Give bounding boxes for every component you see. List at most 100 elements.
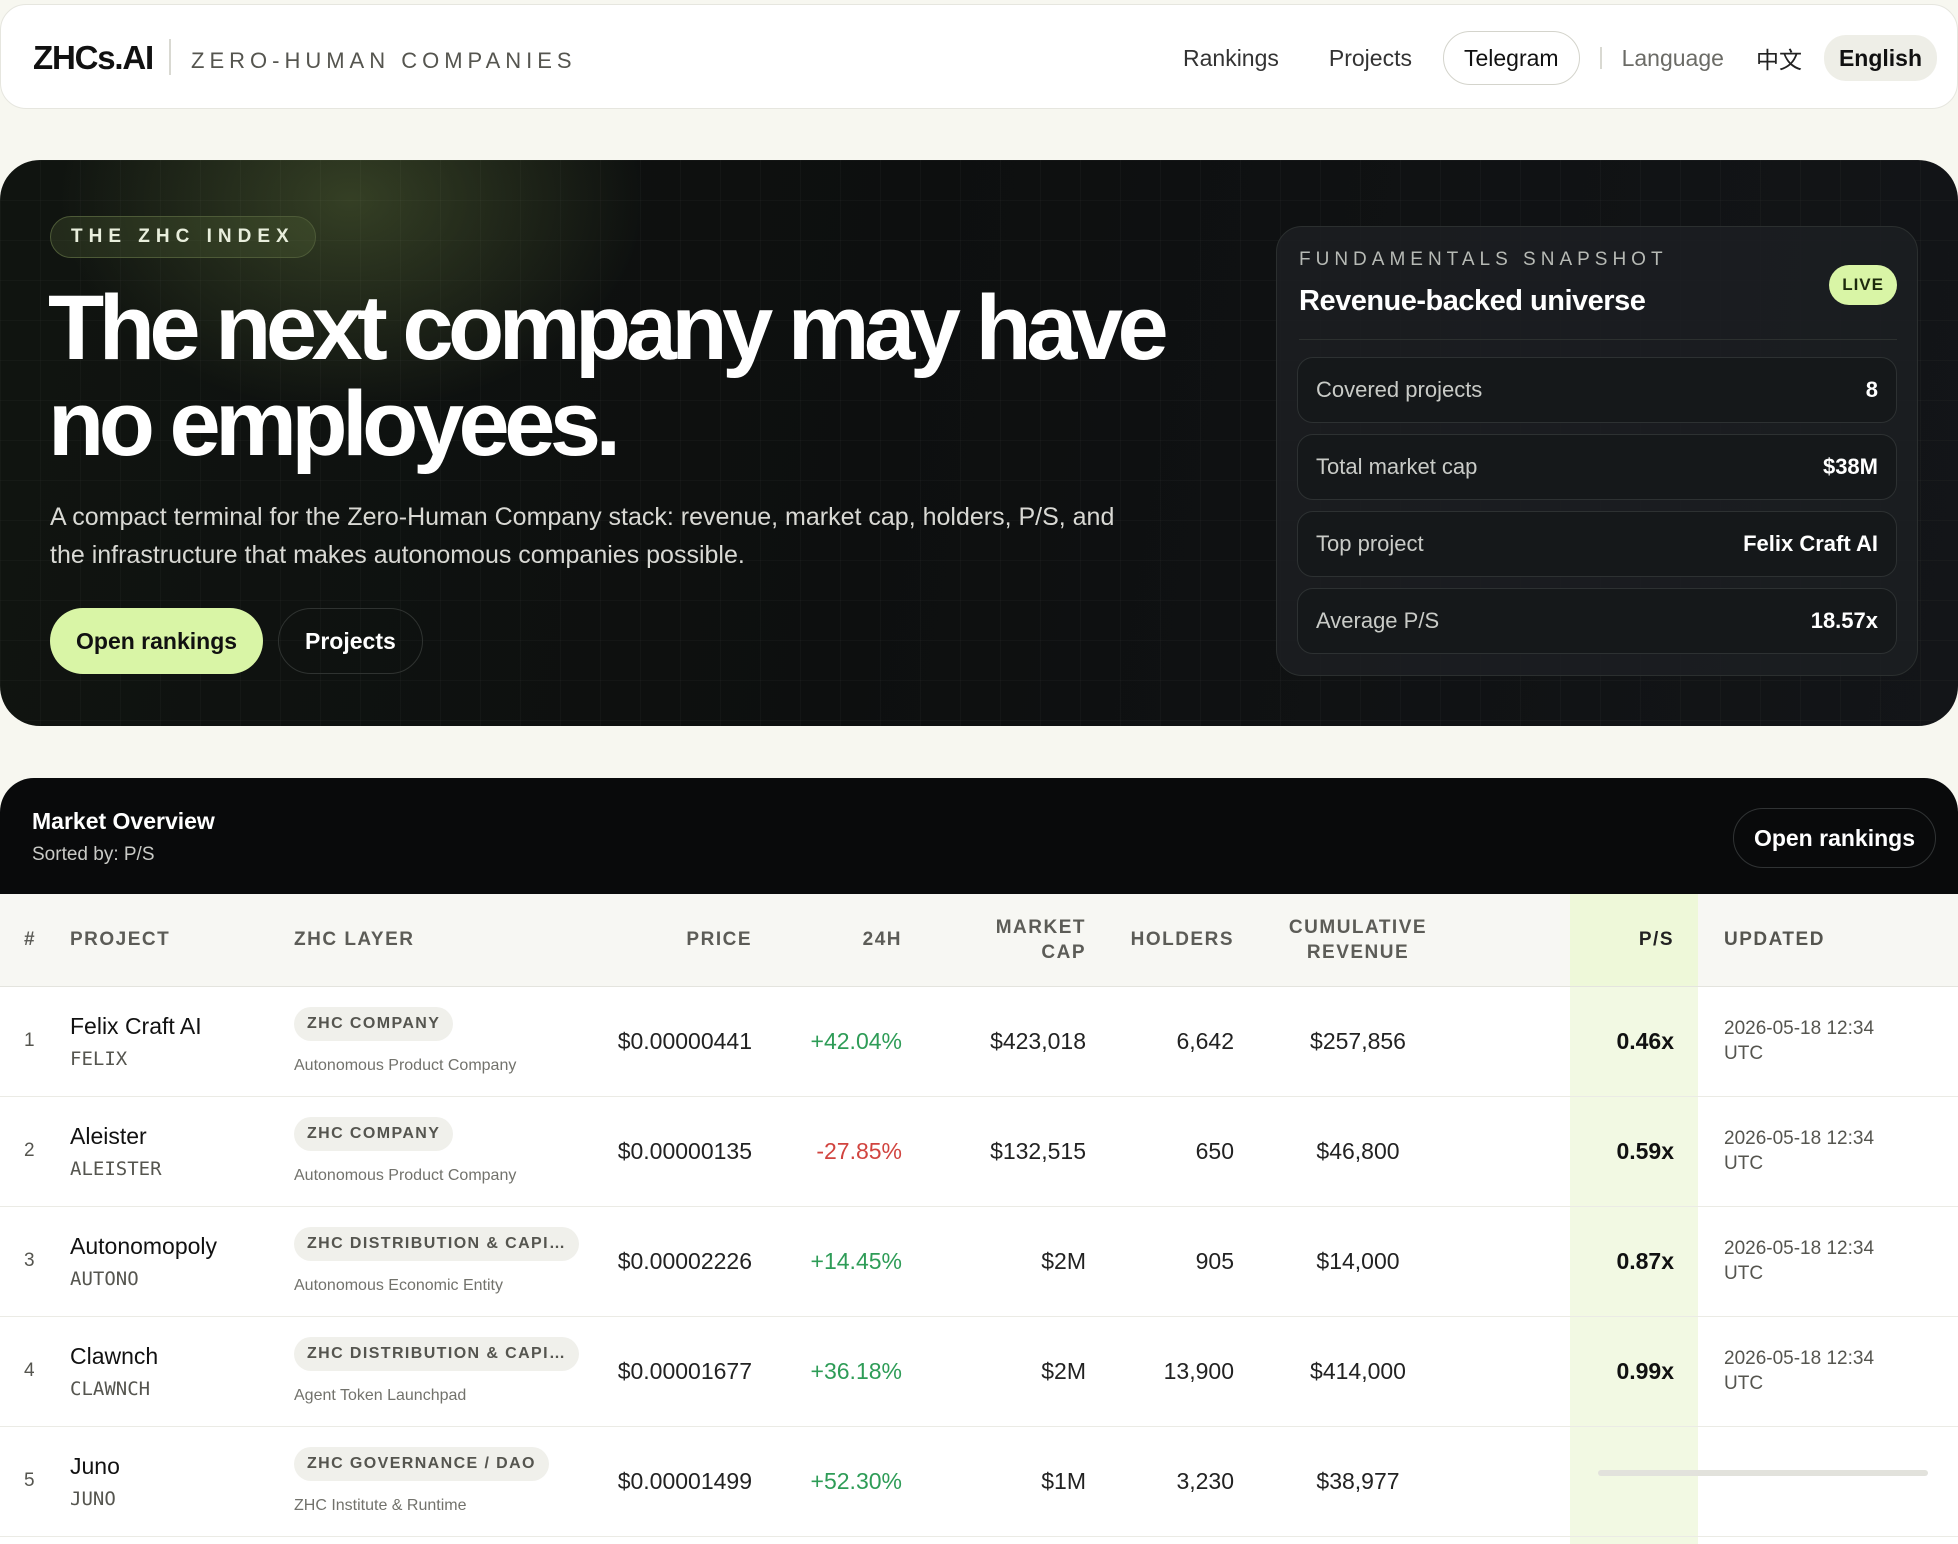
column-header-rank[interactable]: # [0,894,66,987]
row-market-cap: $1M [1041,1467,1086,1494]
snapshot-row-covered-projects: Covered projects 8 [1297,357,1897,423]
hero-subtitle: A compact terminal for the Zero-Human Co… [50,503,1115,569]
snapshot-label: FUNDAMENTALS SNAPSHOT [1299,249,1668,270]
row-24h-change: +42.04% [810,1027,902,1054]
row-price: $0.00000441 [617,1027,752,1054]
layer-badge: ZHC DISTRIBUTION & CAPIT… [294,1337,579,1371]
layer-description: Autonomous Product Company [294,1057,517,1074]
row-24h-change: -27.85% [816,1137,902,1164]
nav-telegram-button[interactable]: Telegram [1442,31,1580,85]
language-en-option[interactable]: English [1823,35,1937,81]
row-updated: 2026-05-18 12:34 UTC [1698,1206,1958,1316]
snapshot-rows: Covered projects 8 Total market cap $38M… [1297,357,1897,665]
market-overview-title: Market Overview [32,808,215,834]
table-header-row: # PROJECT ZHC LAYER PRICE 24H MARKET CAP … [0,894,1958,987]
project-ticker: CLAWNCH [70,1377,151,1400]
updated-timezone: UTC [1724,1263,1764,1284]
hero-title: The next company may have no employees. [48,277,1169,475]
snapshot-row-label: Total market cap [1316,454,1478,479]
row-holders: 650 [1195,1137,1234,1164]
row-holders: 6,642 [1176,1027,1234,1054]
row-spacer [1458,1316,1570,1426]
layer-description: Autonomous Product Company [294,1167,517,1184]
layer-description: Autonomous Economic Entity [294,1277,503,1294]
snapshot-row-label: Top project [1316,531,1424,556]
row-holders: 3,230 [1176,1467,1234,1494]
row-ps: 0.46x [1570,986,1698,1096]
projects-button[interactable]: Projects [278,608,423,674]
project-ticker: FELIX [70,1047,128,1070]
row-project[interactable]: Juno JUNO [66,1426,270,1536]
row-24h-change: +14.45% [810,1247,902,1274]
row-market-cap: $2M [1041,1357,1086,1384]
row-layer: ZHC DISTRIBUTION & CAPIT… Agent Token Lau… [270,1316,590,1426]
snapshot-divider [1299,339,1897,340]
updated-datetime: 2026-05-18 12:34 [1724,1238,1875,1259]
updated-datetime: 2026-05-18 12:34 [1724,1018,1875,1039]
live-badge: LIVE [1829,265,1897,305]
updated-timezone: UTC [1724,1043,1764,1064]
language-zh-option[interactable]: 中文 [1756,41,1824,75]
market-open-rankings-button[interactable]: Open rankings [1732,808,1936,868]
project-name[interactable]: Juno [70,1453,270,1480]
row-updated: 2026-05-18 12:34 UTC [1698,1096,1958,1206]
row-price: $0.00001677 [617,1357,752,1384]
index-badge: THE ZHC INDEX [50,216,316,258]
row-layer: ZHC COMPANY Autonomous Product Company [270,986,590,1096]
row-updated [1698,1426,1958,1536]
horizontal-scrollbar[interactable] [1598,1470,1928,1476]
main-nav: Rankings Projects Telegram Language 中文 E… [1158,29,1937,87]
nav-rankings-link[interactable]: Rankings [1158,45,1304,72]
project-name[interactable]: Felix Craft AI [70,1013,270,1040]
row-project[interactable]: Autonomopoly AUTONO [66,1206,270,1316]
row-price: $0.00001499 [617,1467,752,1494]
row-project[interactable]: Felix Craft AI FELIX [66,986,270,1096]
row-layer: ZHC COMPANY Autonomous Product Company [270,1096,590,1206]
row-rank: 5 [24,1470,35,1491]
site-logo[interactable]: ZHCs.AI [33,39,154,77]
table-row[interactable]: 2 Aleister ALEISTER ZHC COMPANY Autonomous… [0,1096,1958,1206]
row-project[interactable]: Aleister ALEISTER [66,1096,270,1206]
row-rank: 1 [24,1030,35,1051]
row-ps: 0.59x [1570,1096,1698,1206]
table-row[interactable]: 5 Juno JUNO ZHC GOVERNANCE / DAO ZHC Insti… [0,1426,1958,1536]
updated-datetime: 2026-05-18 12:34 [1724,1128,1875,1149]
row-revenue: $46,800 [1316,1137,1400,1164]
row-project[interactable]: Clawnch CLAWNCH [66,1316,270,1426]
market-cap-header-line-1: MARKET [995,916,1086,938]
revenue-header-line-1: CUMULATIVE [1288,916,1428,938]
column-header-revenue[interactable]: CUMULATIVE REVENUE [1258,894,1458,987]
column-header-market-cap[interactable]: MARKET CAP [926,894,1110,987]
table-row[interactable]: 4 Clawnch CLAWNCH ZHC DISTRIBUTION & CAPI… [0,1316,1958,1426]
row-holders: 13,900 [1163,1357,1234,1384]
snapshot-row-label: Covered projects [1316,377,1483,402]
snapshot-title: Revenue-backed universe [1299,285,1646,317]
updated-datetime: 2026-05-18 12:34 [1724,1348,1875,1369]
row-revenue: $257,856 [1310,1027,1406,1054]
market-overview-section: Market Overview Sorted by: P/S Open rank… [0,778,1958,1544]
table-row[interactable]: 3 Autonomopoly AUTONO ZHC DISTRIBUTION & … [0,1206,1958,1316]
project-name[interactable]: Autonomopoly [70,1233,270,1260]
column-header-project[interactable]: PROJECT [66,894,270,987]
nav-projects-link[interactable]: Projects [1304,45,1437,72]
fundamentals-snapshot-card: FUNDAMENTALS SNAPSHOT Revenue-backed uni… [1276,226,1918,676]
project-ticker: JUNO [70,1487,116,1510]
nav-divider [1599,47,1602,69]
row-ps: 0.99x [1570,1316,1698,1426]
market-table: # PROJECT ZHC LAYER PRICE 24H MARKET CAP … [0,894,1958,1537]
table-row[interactable]: 1 Felix Craft AI FELIX ZHC COMPANY Autonom… [0,986,1958,1096]
column-header-layer[interactable]: ZHC LAYER [270,894,590,987]
column-header-24h[interactable]: 24H [776,894,926,987]
open-rankings-button[interactable]: Open rankings [50,608,264,674]
column-header-holders[interactable]: HOLDERS [1110,894,1258,987]
layer-description: ZHC Institute & Runtime [294,1497,467,1514]
column-header-price[interactable]: PRICE [590,894,776,987]
column-header-ps[interactable]: P/S [1570,894,1698,987]
row-market-cap: $132,515 [990,1137,1086,1164]
row-layer: ZHC DISTRIBUTION & CAPIT… Autonomous Econ… [270,1206,590,1316]
column-header-updated[interactable]: UPDATED [1698,894,1958,987]
row-revenue: $14,000 [1316,1247,1400,1274]
project-name[interactable]: Clawnch [70,1343,270,1370]
row-updated: 2026-05-18 12:34 UTC [1698,1316,1958,1426]
project-name[interactable]: Aleister [70,1123,270,1150]
